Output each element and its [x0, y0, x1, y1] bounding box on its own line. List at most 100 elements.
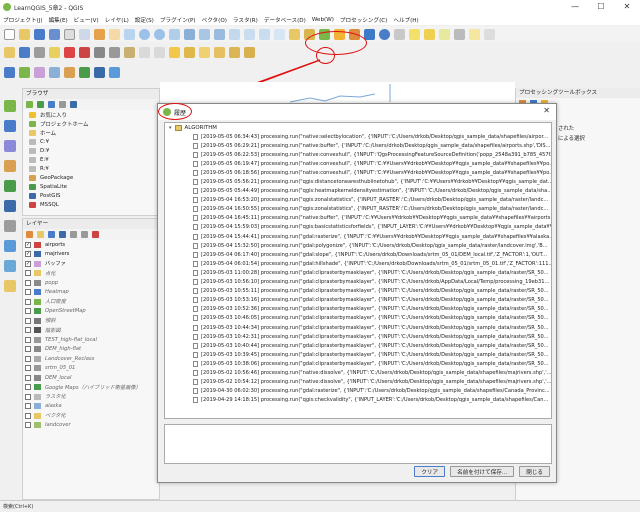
- label-show-icon[interactable]: [199, 46, 210, 58]
- layer-visibility-checkbox[interactable]: [25, 393, 31, 400]
- history-entry[interactable]: [2019-05-03 10:39:45] processing.run("gd…: [165, 350, 551, 359]
- clear-button[interactable]: クリア: [414, 466, 446, 477]
- history-entry[interactable]: [2019-05-05 06:22:53] processing.run("na…: [165, 150, 551, 159]
- save-project-icon[interactable]: [34, 28, 45, 40]
- browser-item-home[interactable]: ホーム: [23, 128, 159, 137]
- wms-layer-icon[interactable]: [4, 240, 16, 252]
- browser-item-favorites[interactable]: お気に入り: [23, 110, 159, 119]
- layout-manager-icon[interactable]: [79, 28, 90, 40]
- select-features-icon[interactable]: [409, 28, 420, 40]
- layer-item[interactable]: ✓ airports: [23, 240, 159, 250]
- history-entry[interactable]: [2019-05-03 10:38:06] processing.run("gd…: [165, 359, 551, 368]
- zoom-in-icon[interactable]: [139, 28, 150, 40]
- history-entry[interactable]: [2019-05-04 15:59:03] processing.run("qg…: [165, 223, 551, 232]
- menu-database[interactable]: データベース(D): [264, 16, 306, 24]
- layer-visibility-checkbox[interactable]: [25, 289, 31, 296]
- history-entry[interactable]: [2019-05-03 10:40:44] processing.run("gd…: [165, 341, 551, 350]
- new-bookmark-icon[interactable]: [289, 28, 300, 40]
- layer-visibility-checkbox[interactable]: [25, 327, 31, 334]
- history-entry[interactable]: [2019-04-29 14:18:15] processing.run("qg…: [165, 396, 551, 405]
- layer-visibility-checkbox[interactable]: [25, 346, 31, 353]
- zoom-rubberband-icon[interactable]: [169, 28, 180, 40]
- menu-project[interactable]: プロジェクト(J): [3, 16, 43, 24]
- vertex-tool-icon[interactable]: [64, 46, 75, 58]
- open-project-icon[interactable]: [19, 28, 30, 40]
- label-change-icon[interactable]: [244, 46, 255, 58]
- layer-item[interactable]: ✓ バッファ: [23, 259, 159, 269]
- zoom-out-icon[interactable]: [154, 28, 165, 40]
- delete-selected-icon[interactable]: [79, 46, 90, 58]
- zoom-selection-icon[interactable]: [199, 28, 210, 40]
- close-window-button[interactable]: ✕: [614, 0, 640, 14]
- zoom-native-icon[interactable]: [229, 28, 240, 40]
- zoom-full-icon[interactable]: [184, 28, 195, 40]
- zoom-last-icon[interactable]: [244, 28, 255, 40]
- toolbox-item-1[interactable]: された: [558, 124, 574, 132]
- history-entry[interactable]: [2019-05-03 10:55:11] processing.run("gd…: [165, 287, 551, 296]
- python-console-icon[interactable]: [364, 28, 375, 40]
- browser-item-drive-r[interactable]: R:¥: [23, 164, 159, 173]
- layer-item[interactable]: alaska: [23, 402, 159, 412]
- layer-item[interactable]: DEM_local: [23, 373, 159, 383]
- attribute-table-icon[interactable]: [394, 28, 405, 40]
- add-raster-icon[interactable]: [34, 66, 45, 78]
- browser-item-drive-c[interactable]: C:¥: [23, 137, 159, 146]
- history-entry[interactable]: [2019-05-04 06:17:40] processing.run("gd…: [165, 250, 551, 259]
- layer-visibility-checkbox[interactable]: [25, 317, 31, 324]
- history-entry[interactable]: [2019-05-05 06:18:56] processing.run("na…: [165, 168, 551, 177]
- filter-icon[interactable]: [48, 101, 55, 108]
- expand-all-icon[interactable]: [70, 231, 77, 238]
- collapse-arrow-icon[interactable]: ▾: [169, 125, 172, 131]
- open-data-source-icon[interactable]: [4, 66, 15, 78]
- label-rotate-icon[interactable]: [229, 46, 240, 58]
- layer-visibility-checkbox[interactable]: ✓: [25, 241, 31, 248]
- menu-plugins[interactable]: プラグイン(P): [160, 16, 196, 24]
- history-entry[interactable]: [2019-05-03 10:53:16] processing.run("gd…: [165, 296, 551, 305]
- layer-item[interactable]: ベクタ化: [23, 411, 159, 421]
- history-entry[interactable]: [2019-05-03 10:46:05] processing.run("gd…: [165, 314, 551, 323]
- layer-visibility-checkbox[interactable]: [25, 384, 31, 391]
- history-root-algorithm[interactable]: ▾ ALGORITHM: [165, 123, 551, 132]
- save-edits-icon[interactable]: [19, 46, 30, 58]
- select-by-expression-icon[interactable]: [424, 28, 435, 40]
- text-annotation-icon[interactable]: [484, 28, 495, 40]
- history-entry[interactable]: [2019-05-03 10:56:10] processing.run("gd…: [165, 278, 551, 287]
- history-command-text[interactable]: [164, 424, 552, 464]
- label-move-icon[interactable]: [214, 46, 225, 58]
- maximize-button[interactable]: ☐: [588, 0, 614, 14]
- history-entry[interactable]: [2019-05-05 06:29:21] processing.run("na…: [165, 141, 551, 150]
- layer-item[interactable]: TEST_high-flat_local: [23, 335, 159, 345]
- manage-map-themes-icon[interactable]: [48, 231, 55, 238]
- collapse-all-icon[interactable]: [59, 101, 66, 108]
- identify-icon[interactable]: [379, 28, 390, 40]
- vector-layer-icon[interactable]: [4, 100, 16, 112]
- history-entry[interactable]: [2019-05-04 16:45:11] processing.run("na…: [165, 214, 551, 223]
- layer-visibility-checkbox[interactable]: ✓: [25, 251, 31, 258]
- history-entry[interactable]: [2019-05-05 06:19:47] processing.run("na…: [165, 159, 551, 168]
- browser-item-geopackage[interactable]: GeoPackage: [23, 173, 159, 182]
- layer-item[interactable]: landcover: [23, 421, 159, 431]
- layer-visibility-checkbox[interactable]: [25, 422, 31, 429]
- add-feature-icon[interactable]: [49, 46, 60, 58]
- menu-raster[interactable]: ラスタ(R): [233, 16, 258, 24]
- layer-visibility-checkbox[interactable]: ✓: [25, 260, 31, 267]
- browser-item-project-home[interactable]: プロジェクトホーム: [23, 119, 159, 128]
- layer-style-icon[interactable]: [26, 231, 33, 238]
- history-entry[interactable]: [2019-05-05 05:56:21] processing.run("qg…: [165, 177, 551, 186]
- redo-icon[interactable]: [154, 46, 165, 58]
- layer-item[interactable]: Heatmap: [23, 288, 159, 298]
- browser-item-spatialite[interactable]: SpatiaLite: [23, 182, 159, 191]
- history-entry[interactable]: [2019-05-03 10:52:36] processing.run("gd…: [165, 305, 551, 314]
- save-as-icon[interactable]: [49, 28, 60, 40]
- layer-visibility-checkbox[interactable]: [25, 355, 31, 362]
- virtual-layer-icon[interactable]: [4, 220, 16, 232]
- history-entry[interactable]: [2019-04-30 06:02:30] processing.run("gd…: [165, 387, 551, 396]
- edit-toggle-icon[interactable]: [4, 46, 15, 58]
- menu-view[interactable]: ビュー(V): [74, 16, 99, 24]
- new-print-layout-icon[interactable]: [64, 28, 75, 40]
- add-postgis-icon[interactable]: [94, 66, 105, 78]
- dialog-close-icon[interactable]: ✕: [543, 106, 550, 115]
- menu-settings[interactable]: 設定(S): [135, 16, 154, 24]
- menu-vector[interactable]: ベクタ(O): [202, 16, 227, 24]
- pan-hand-icon[interactable]: [109, 28, 120, 40]
